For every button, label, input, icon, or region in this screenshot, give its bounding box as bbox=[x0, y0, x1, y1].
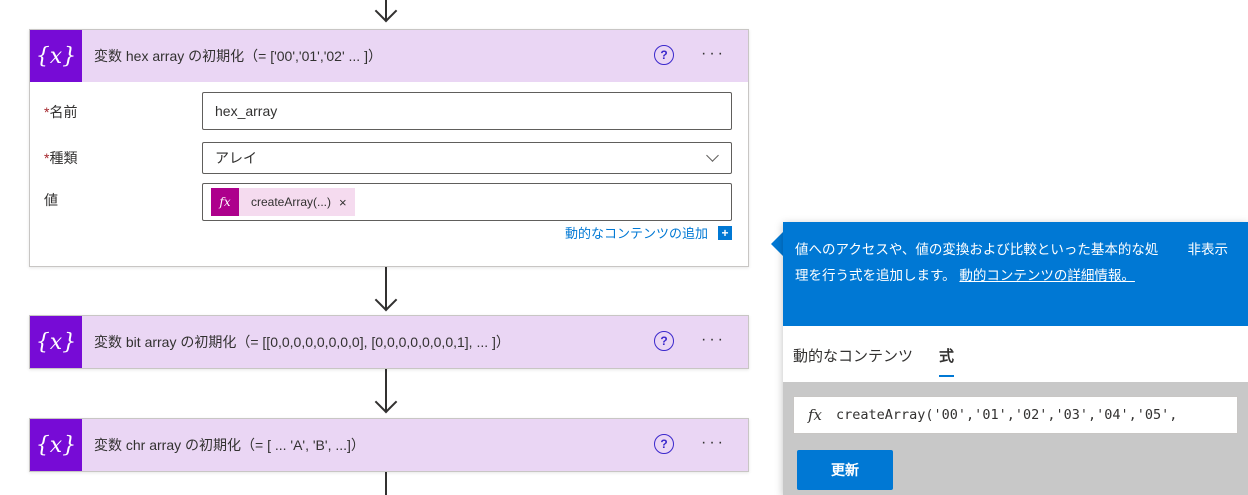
arrow-down-icon bbox=[374, 390, 398, 414]
bit-array-action-card: {x} 変数 bit array の初期化（= [[0,0,0,0,0,0,0,… bbox=[29, 315, 749, 369]
expression-input[interactable]: fx createArray('00','01','02','03','04',… bbox=[793, 396, 1238, 434]
question-circle-icon[interactable]: ? bbox=[654, 434, 674, 454]
svg-text:{x}: {x} bbox=[36, 433, 76, 458]
card-title: 変数 bit array の初期化（= [[0,0,0,0,0,0,0,0], … bbox=[94, 334, 510, 350]
plus-square-icon: + bbox=[718, 225, 732, 240]
token-text: createArray(...) bbox=[251, 195, 332, 209]
svg-text:{x}: {x} bbox=[36, 44, 76, 69]
question-circle-icon[interactable]: ? bbox=[654, 331, 674, 351]
ellipsis-icon[interactable]: ··· bbox=[701, 332, 726, 348]
ellipsis-icon[interactable]: ··· bbox=[701, 46, 726, 62]
chr-array-action-card: {x} 変数 chr array の初期化（= [ ... 'A', 'B', … bbox=[29, 418, 749, 472]
value-label: 値 bbox=[44, 192, 58, 208]
fx-icon: fx bbox=[808, 406, 823, 424]
close-icon[interactable]: × bbox=[339, 195, 347, 210]
panel-description: 値へのアクセスや、値の変換および比較といった基本的な処理を行う式を追加します。 … bbox=[795, 242, 1159, 283]
arrow-down-icon bbox=[374, 288, 398, 312]
arrow-down-icon bbox=[374, 0, 398, 23]
tab-dynamic-content[interactable]: 動的なコンテンツ bbox=[793, 345, 913, 366]
chevron-down-icon bbox=[706, 149, 719, 162]
hide-button[interactable]: 非表示 bbox=[1188, 237, 1229, 263]
add-dynamic-content-link[interactable]: 動的なコンテンツの追加 + bbox=[565, 223, 732, 242]
ellipsis-icon[interactable]: ··· bbox=[701, 435, 726, 451]
expression-area: fx createArray('00','01','02','03','04',… bbox=[783, 382, 1248, 495]
card-header[interactable]: {x} 変数 chr array の初期化（= [ ... 'A', 'B', … bbox=[30, 419, 748, 471]
value-input[interactable]: fx createArray(...) × bbox=[202, 183, 732, 221]
type-label: *種類 bbox=[44, 150, 78, 166]
curly-braces-x-icon: {x} bbox=[30, 30, 82, 82]
question-circle-icon[interactable]: ? bbox=[654, 45, 674, 65]
tab-expression[interactable]: 式 bbox=[939, 345, 955, 377]
panel-header: 値へのアクセスや、値の変換および比較といった基本的な処理を行う式を追加します。 … bbox=[783, 222, 1248, 326]
fx-icon: fx bbox=[211, 188, 239, 216]
curly-braces-x-icon: {x} bbox=[30, 419, 82, 471]
name-label: *名前 bbox=[44, 104, 78, 120]
card-header[interactable]: {x} 変数 bit array の初期化（= [[0,0,0,0,0,0,0,… bbox=[30, 316, 748, 368]
name-input[interactable]: hex_array bbox=[202, 92, 732, 130]
flow-connector bbox=[385, 471, 387, 495]
panel-caret bbox=[771, 232, 783, 256]
card-header[interactable]: {x} 変数 hex array の初期化（= ['00','01','02' … bbox=[30, 30, 748, 82]
expression-panel: 値へのアクセスや、値の変換および比較といった基本的な処理を行う式を追加します。 … bbox=[783, 222, 1248, 495]
card-title: 変数 chr array の初期化（= [ ... 'A', 'B', ...]… bbox=[94, 437, 365, 453]
panel-tabs: 動的なコンテンツ 式 bbox=[783, 326, 1248, 382]
dynamic-content-info-link[interactable]: 動的コンテンツの詳細情報。 bbox=[959, 268, 1135, 283]
curly-braces-x-icon: {x} bbox=[30, 316, 82, 368]
card-title: 変数 hex array の初期化（= ['00','01','02' ... … bbox=[94, 48, 382, 64]
expression-token[interactable]: fx createArray(...) × bbox=[211, 188, 355, 216]
svg-text:{x}: {x} bbox=[36, 330, 76, 355]
card-body: *名前 hex_array *種類 アレイ 値 fx createArray(.… bbox=[30, 82, 748, 266]
update-button[interactable]: 更新 bbox=[797, 450, 893, 490]
hex-array-action-card: {x} 変数 hex array の初期化（= ['00','01','02' … bbox=[29, 29, 749, 267]
type-select[interactable]: アレイ bbox=[202, 142, 732, 174]
expression-text: createArray('00','01','02','03','04','05… bbox=[836, 407, 1178, 423]
